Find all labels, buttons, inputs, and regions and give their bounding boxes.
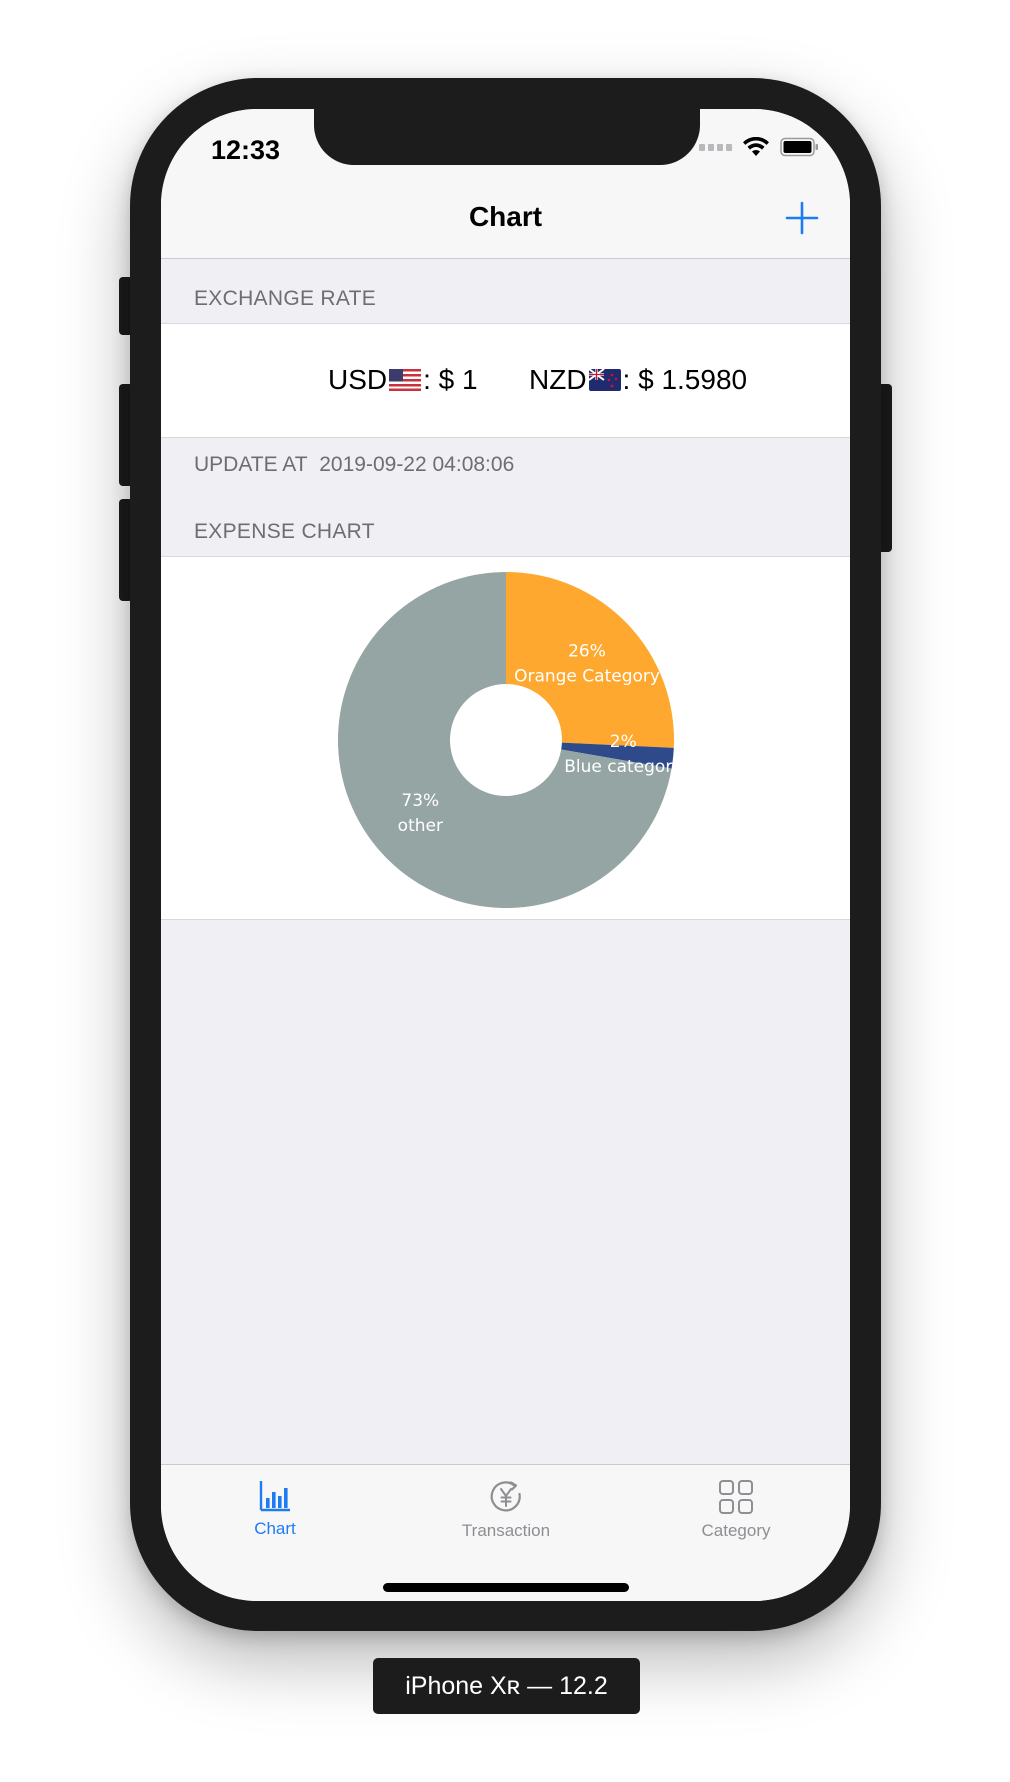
battery-icon [780, 137, 818, 157]
pie-category-label-1: Blue category [564, 757, 682, 777]
page-title: Chart [468, 201, 543, 232]
expense-chart-header: EXPENSE CHART [194, 520, 375, 543]
tab-transaction-label: Transaction [461, 1521, 551, 1540]
tab-chart[interactable]: Chart [185, 1479, 365, 1539]
pie-percent-label-1: 2% [610, 732, 637, 752]
tab-category-label: Category [701, 1521, 771, 1540]
yen-cycle-icon [490, 1481, 521, 1512]
signal-icon [699, 143, 732, 151]
usd-code: USD [328, 364, 388, 395]
grid-icon [719, 1480, 753, 1514]
status-indicators [699, 137, 820, 157]
usd-rate: USD : $ 1 [328, 364, 478, 396]
tab-chart-label: Chart [254, 1519, 296, 1538]
update-label: UPDATE AT [194, 453, 308, 476]
notch [314, 109, 700, 165]
device-label: iPhone Xʀ — 12.2 [373, 1658, 640, 1714]
tab-category[interactable]: Category [646, 1479, 826, 1541]
us-flag-icon [389, 369, 422, 391]
exchange-rate-header: EXCHANGE RATE [194, 287, 377, 310]
pie-percent-label-2: 73% [401, 791, 439, 811]
wifi-icon [743, 137, 769, 156]
nz-flag-icon [588, 369, 621, 391]
plus-icon[interactable] [785, 201, 819, 235]
update-timestamp: UPDATE AT 2019-09-22 04:08:06 [194, 453, 514, 477]
nzd-value: : $ 1.5980 [622, 364, 748, 395]
bar-chart-icon [259, 1481, 290, 1512]
usd-value: : $ 1 [423, 364, 478, 395]
pie-percent-label-0: 26% [568, 642, 606, 662]
pie-category-label-2: other [398, 816, 443, 836]
expense-pie-chart: 26% Orange Category 2% Blue category 73% othe… [338, 572, 682, 908]
update-time: 2019-09-22 04:08:06 [319, 453, 515, 476]
expense-chart-cell: 26% Orange Category 2% Blue category 73% othe… [161, 556, 850, 920]
exchange-rate-cell: USD : $ 1 NZD: $ 1.5980 [161, 323, 850, 438]
nzd-rate: NZD : $ 1.5980 [529, 364, 747, 396]
nzd-code: NZD [529, 364, 587, 395]
tab-bar: Chart Transaction Category [161, 1464, 850, 1601]
pie-category-label-0: Orange Category [514, 667, 660, 687]
phone-screen: 12:33 Chart EXCHANGE RATE USD: $ 1 NZD … [161, 109, 850, 1601]
home-indicator [383, 1583, 629, 1592]
status-time: 12:33 [211, 135, 281, 165]
tab-transaction[interactable]: Transaction [416, 1479, 596, 1541]
